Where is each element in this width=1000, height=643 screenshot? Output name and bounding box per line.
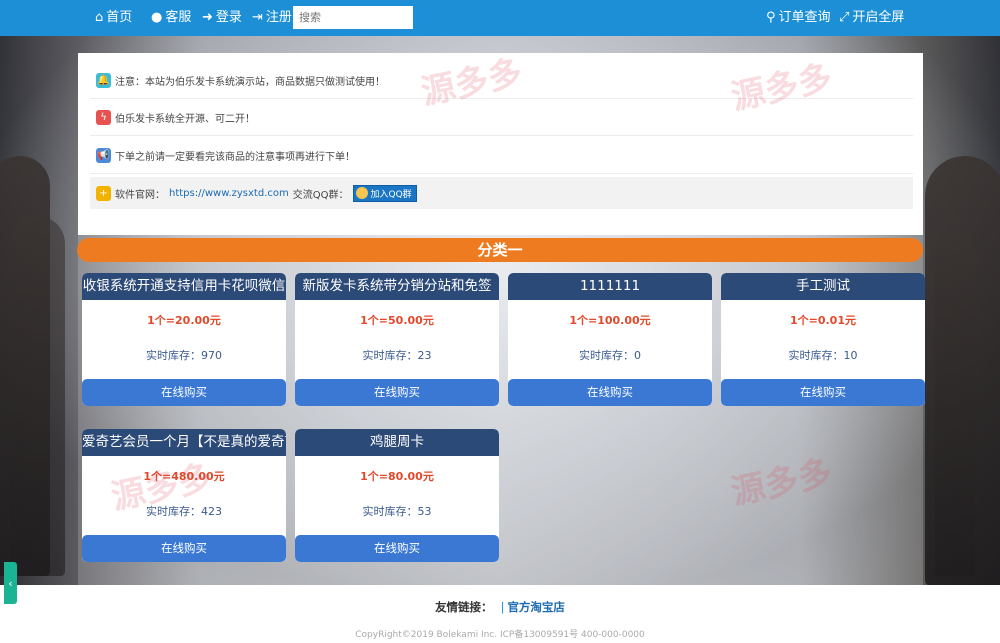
nav-register-label: 注册 [265, 10, 292, 25]
nav-home-label: 首页 [106, 10, 133, 25]
product-title: 手工测试 [721, 273, 925, 300]
stock-label: 实时库存： [362, 505, 418, 518]
buy-online-button[interactable]: 在线购买 [508, 379, 712, 406]
product-price: 1个=100.00元 [569, 314, 651, 327]
buy-online-button[interactable]: 在线购买 [82, 535, 286, 562]
notice-text: 下单之前请一定要看完该商品的注意事项再进行下单！ [115, 151, 355, 163]
stock-value: 23 [417, 349, 432, 362]
sign-out-icon: ⇥ [252, 10, 263, 25]
notice-text: 注意：本站为伯乐发卡系统演示站，商品数据只做测试使用！ [115, 76, 385, 88]
nav-fullscreen[interactable]: ⤢ 开启全屏 [839, 0, 904, 36]
product-price: 1个=80.00元 [360, 470, 434, 483]
stock-label: 实时库存： [579, 349, 634, 362]
product-title: 鸡腿周卡 [295, 429, 499, 456]
stock-value: 0 [634, 349, 641, 362]
buy-online-button[interactable]: 在线购买 [82, 379, 286, 406]
join-qq-group-label: 加入QQ群 [370, 189, 412, 200]
sign-in-icon: ➜ [202, 10, 213, 25]
bell-icon: 🔔 [96, 72, 111, 88]
join-qq-group-button[interactable]: 加入QQ群 [352, 184, 417, 202]
notice-row: ϟ 伯乐发卡系统全开源、可二开！ [90, 99, 913, 136]
nav-register[interactable]: ⇥ 注册 [252, 0, 292, 36]
friend-links: 友情链接： | 官方淘宝店 [0, 599, 1000, 615]
nav-service[interactable]: ● 客服 [151, 0, 191, 36]
product-title: 1111111 [508, 273, 712, 300]
product-card[interactable]: 1111111 1个=100.00元 实时库存：0 在线购买 [508, 273, 712, 406]
stock-label: 实时库存： [362, 349, 418, 362]
stock-value: 423 [201, 505, 222, 518]
friend-links-label: 友情链接： [435, 600, 493, 614]
stock-label: 实时库存： [146, 505, 201, 518]
official-label: 软件官网： [115, 189, 165, 201]
search-input[interactable] [293, 6, 413, 29]
plus-icon: + [96, 185, 111, 201]
product-title: 新版发卡系统带分销分站和免签 [295, 273, 499, 300]
stock-label: 实时库存： [146, 349, 201, 362]
product-price: 1个=50.00元 [360, 314, 434, 327]
buy-online-button[interactable]: 在线购买 [295, 379, 499, 406]
product-stock: 实时库存：53 [295, 503, 499, 519]
product-card[interactable]: 鸡腿周卡 1个=80.00元 实时库存：53 在线购买 [295, 429, 499, 562]
search-icon: ⚲ [766, 10, 776, 25]
stock-label: 实时库存： [788, 349, 844, 362]
product-stock: 实时库存：10 [721, 347, 925, 363]
taobao-store-link[interactable]: 官方淘宝店 [507, 600, 565, 614]
stock-value: 970 [201, 349, 222, 362]
divider: | [500, 600, 505, 614]
home-icon: ⌂ [95, 10, 104, 25]
official-url-link[interactable]: https://www.zysxtd.com [169, 188, 289, 199]
product-card[interactable]: 收银系统开通支持信用卡花呗微信 1个=20.00元 实时库存：970 在线购买 [82, 273, 286, 406]
product-stock: 实时库存：423 [82, 503, 286, 519]
chevron-left-icon[interactable]: ‹ [4, 562, 17, 604]
stock-value: 10 [843, 349, 858, 362]
qq-icon [355, 187, 368, 199]
expand-icon: ⤢ [839, 10, 850, 25]
buy-online-button[interactable]: 在线购买 [721, 379, 925, 406]
product-price: 1个=0.01元 [789, 314, 856, 327]
product-stock: 实时库存：23 [295, 347, 499, 363]
product-card[interactable]: 爱奇艺会员一个月【不是真的爱奇艺 1个=480.00元 实时库存：423 在线购… [82, 429, 286, 562]
bolt-icon: ϟ [96, 109, 111, 125]
nav-fullscreen-label: 开启全屏 [852, 10, 905, 25]
figure-left-2 [10, 216, 65, 576]
user-icon: ● [151, 10, 163, 25]
product-title: 爱奇艺会员一个月【不是真的爱奇艺 [82, 429, 286, 456]
product-price: 1个=480.00元 [143, 470, 225, 483]
megaphone-icon: 📢 [96, 147, 111, 163]
footer: 友情链接： | 官方淘宝店 CopyRight©2019 Bolekami Inc.… [0, 585, 1000, 643]
nav-home[interactable]: ⌂ 首页 [95, 0, 132, 36]
copyright-text: CopyRight©2019 Bolekami Inc. ICP备1300959… [355, 630, 645, 640]
category-title: 分类一 [77, 238, 923, 262]
top-navbar: ⌂首页 ●客服 ➜登录 ⇥注册 ⚲订单查询 ⤢开启全屏 [0, 0, 1000, 36]
nav-service-label: 客服 [165, 10, 192, 25]
notice-text: 伯乐发卡系统全开源、可二开！ [115, 113, 255, 125]
product-card[interactable]: 新版发卡系统带分销分站和免签 1个=50.00元 实时库存：23 在线购买 [295, 273, 499, 406]
qq-group-label: 交流QQ群： [292, 189, 349, 201]
nav-order-query[interactable]: ⚲ 订单查询 [766, 0, 831, 36]
notice-panel: 🔔 注意：本站为伯乐发卡系统演示站，商品数据只做测试使用！ ϟ 伯乐发卡系统全开… [78, 53, 923, 235]
stock-value: 53 [417, 505, 432, 518]
product-card[interactable]: 手工测试 1个=0.01元 实时库存：10 在线购买 [721, 273, 925, 406]
product-price: 1个=20.00元 [147, 314, 221, 327]
product-stock: 实时库存：0 [508, 347, 712, 363]
notice-row: 📢 下单之前请一定要看完该商品的注意事项再进行下单！ [90, 137, 913, 174]
buy-online-button[interactable]: 在线购买 [295, 535, 499, 562]
nav-order-query-label: 订单查询 [778, 10, 831, 25]
official-site-row: + 软件官网： https://www.zysxtd.com 交流QQ群： 加入… [90, 177, 913, 209]
figure-right-2 [935, 236, 975, 576]
product-title: 收银系统开通支持信用卡花呗微信 [82, 273, 286, 300]
nav-login-label: 登录 [215, 10, 242, 25]
notice-row: 🔔 注意：本站为伯乐发卡系统演示站，商品数据只做测试使用！ [90, 62, 913, 99]
product-stock: 实时库存：970 [82, 347, 286, 363]
nav-login[interactable]: ➜ 登录 [202, 0, 242, 36]
